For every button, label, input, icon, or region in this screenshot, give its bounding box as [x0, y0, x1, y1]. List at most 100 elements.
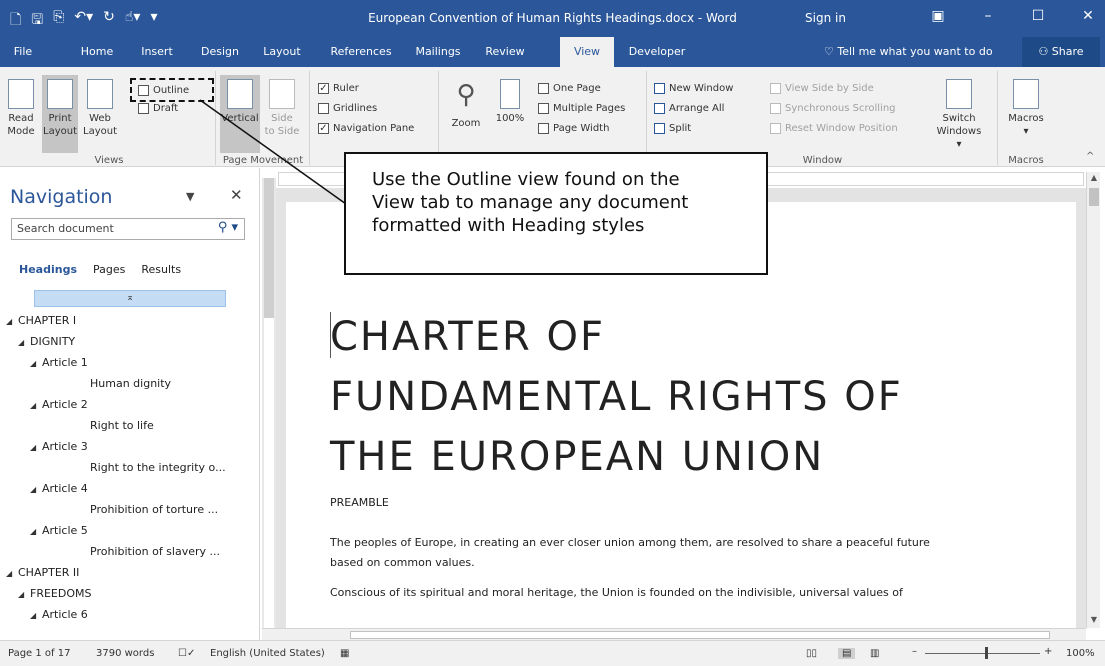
nav-heading-item[interactable]: Human dignity	[90, 377, 171, 390]
selected-heading-bar[interactable]: ⌅	[34, 290, 226, 307]
vertical-scrollbar[interactable]: ▲ ▼	[1086, 172, 1100, 628]
read-mode-button[interactable]: Read Mode	[4, 79, 38, 138]
zoom-button[interactable]: ⚲ Zoom	[446, 79, 486, 130]
pane-options-icon[interactable]: ▼	[186, 190, 194, 203]
zoom-slider-thumb[interactable]	[985, 647, 988, 659]
print-layout-icon[interactable]: ▤	[838, 648, 856, 659]
status-bar: Page 1 of 17 3790 words ☐✓ English (Unit…	[0, 640, 1105, 666]
navigation-title: Navigation	[10, 186, 113, 208]
expand-triangle-icon[interactable]: ◢	[18, 338, 30, 347]
share-button[interactable]: ⚇ Share	[1022, 37, 1100, 67]
person-icon: ⚇	[1038, 45, 1052, 58]
nav-heading-label: CHAPTER I	[18, 314, 77, 327]
nav-heading-item[interactable]: ◢ Article 3	[30, 440, 88, 453]
expand-triangle-icon[interactable]: ◢	[6, 317, 18, 326]
search-document-input[interactable]: Search document ⚲ ▾	[11, 218, 245, 240]
zoom-100-button[interactable]: 100%	[494, 79, 526, 125]
synchronous-scrolling-button[interactable]: Synchronous Scrolling	[770, 100, 896, 116]
zoom-slider[interactable]	[925, 653, 1040, 654]
maximize-icon[interactable]: ☐	[1031, 8, 1045, 24]
tab-layout[interactable]: Layout	[256, 37, 308, 67]
scroll-up-icon[interactable]: ▲	[1088, 173, 1100, 185]
expand-triangle-icon[interactable]: ◢	[30, 527, 42, 536]
tab-file[interactable]: File	[4, 37, 42, 67]
ruler-checkbox[interactable]: ✓ Ruler	[318, 80, 359, 96]
page-width-button[interactable]: Page Width	[538, 120, 609, 136]
scroll-down-icon[interactable]: ▼	[1088, 615, 1100, 627]
expand-triangle-icon[interactable]: ◢	[30, 611, 42, 620]
web-layout-icon[interactable]: ▥	[870, 648, 879, 659]
macro-record-icon[interactable]: ▦	[340, 648, 349, 659]
zoom-in-icon[interactable]: +	[1044, 646, 1052, 657]
ribbon-divider	[997, 71, 998, 165]
expand-triangle-icon[interactable]: ◢	[30, 443, 42, 452]
ribbon-display-icon[interactable]: ▣	[931, 8, 945, 24]
tab-review[interactable]: Review	[476, 37, 534, 67]
nav-heading-item[interactable]: ◢ CHAPTER II	[6, 566, 79, 579]
reset-window-position-button[interactable]: Reset Window Position	[770, 120, 898, 136]
tab-design[interactable]: Design	[194, 37, 246, 67]
nav-heading-item[interactable]: ◢ Article 1	[30, 356, 88, 369]
preamble-heading: PREAMBLE	[330, 496, 389, 509]
outline-highlight-box	[130, 78, 214, 102]
tab-references[interactable]: References	[324, 37, 398, 67]
nav-heading-item[interactable]: ◢ Article 4	[30, 482, 88, 495]
expand-triangle-icon[interactable]: ◢	[18, 590, 30, 599]
search-icon[interactable]: ⚲ ▾	[218, 220, 238, 235]
nav-heading-item[interactable]: ◢ FREEDOMS	[18, 587, 91, 600]
sign-in-link[interactable]: Sign in	[805, 11, 846, 25]
tab-insert[interactable]: Insert	[132, 37, 182, 67]
horizontal-scrollbar[interactable]	[262, 628, 1086, 640]
multiple-pages-button[interactable]: Multiple Pages	[538, 100, 625, 116]
collapse-ribbon-icon[interactable]: ^	[1086, 151, 1094, 162]
zoom-level[interactable]: 100%	[1066, 648, 1095, 659]
expand-triangle-icon[interactable]: ◢	[30, 401, 42, 410]
ribbon-divider	[438, 71, 439, 165]
minimize-icon[interactable]: –	[981, 8, 995, 24]
draft-button[interactable]: Draft	[138, 100, 178, 116]
print-layout-icon	[47, 79, 73, 109]
nav-heading-label: Article 1	[42, 356, 88, 369]
scroll-thumb[interactable]	[1089, 188, 1099, 206]
switch-windows-button[interactable]: Switch Windows ▾	[934, 79, 984, 151]
tab-view[interactable]: View	[560, 37, 614, 67]
zoom-out-icon[interactable]: –	[912, 646, 917, 657]
web-layout-button[interactable]: Web Layout	[82, 79, 118, 138]
lightbulb-icon: ♡	[824, 45, 838, 58]
expand-triangle-icon[interactable]: ◢	[30, 485, 42, 494]
language[interactable]: English (United States)	[210, 648, 325, 659]
nav-heading-item[interactable]: Prohibition of torture ...	[90, 503, 218, 516]
nav-heading-item[interactable]: ◢ Article 5	[30, 524, 88, 537]
one-page-button[interactable]: One Page	[538, 80, 601, 96]
nav-tab-headings[interactable]: Headings	[19, 263, 77, 276]
expand-triangle-icon[interactable]: ◢	[6, 569, 18, 578]
word-count[interactable]: 3790 words	[96, 648, 154, 659]
read-mode-icon	[8, 79, 34, 109]
nav-heading-item[interactable]: Right to life	[90, 419, 154, 432]
tell-me-box[interactable]: ♡ Tell me what you want to do	[824, 37, 993, 67]
ribbon-divider	[646, 71, 647, 165]
nav-heading-item[interactable]: ◢ CHAPTER I	[6, 314, 76, 327]
nav-heading-item[interactable]: ◢ Article 6	[30, 608, 88, 621]
nav-heading-item[interactable]: Right to the integrity o...	[90, 461, 226, 474]
macros-button[interactable]: Macros ▾	[1004, 79, 1048, 138]
nav-tab-results[interactable]: Results	[141, 263, 181, 276]
view-side-by-side-button[interactable]: View Side by Side	[770, 80, 874, 96]
nav-tab-pages[interactable]: Pages	[93, 263, 125, 276]
read-mode-icon[interactable]: ▯▯	[806, 648, 817, 659]
scroll-thumb[interactable]	[350, 631, 1050, 639]
tab-developer[interactable]: Developer	[618, 37, 696, 67]
arrange-all-button[interactable]: Arrange All	[654, 100, 724, 116]
expand-triangle-icon[interactable]: ◢	[30, 359, 42, 368]
tab-home[interactable]: Home	[72, 37, 122, 67]
page-count[interactable]: Page 1 of 17	[8, 648, 70, 659]
nav-heading-item[interactable]: Prohibition of slavery ...	[90, 545, 220, 558]
close-icon[interactable]: ✕	[1081, 8, 1095, 24]
nav-heading-item[interactable]: ◢ DIGNITY	[18, 335, 75, 348]
proofing-icon[interactable]: ☐✓	[178, 648, 195, 659]
new-window-button[interactable]: New Window	[654, 80, 733, 96]
nav-heading-item[interactable]: ◢ Article 2	[30, 398, 88, 411]
print-layout-button[interactable]: Print Layout	[42, 75, 78, 153]
split-button[interactable]: Split	[654, 120, 691, 136]
tab-mailings[interactable]: Mailings	[404, 37, 472, 67]
